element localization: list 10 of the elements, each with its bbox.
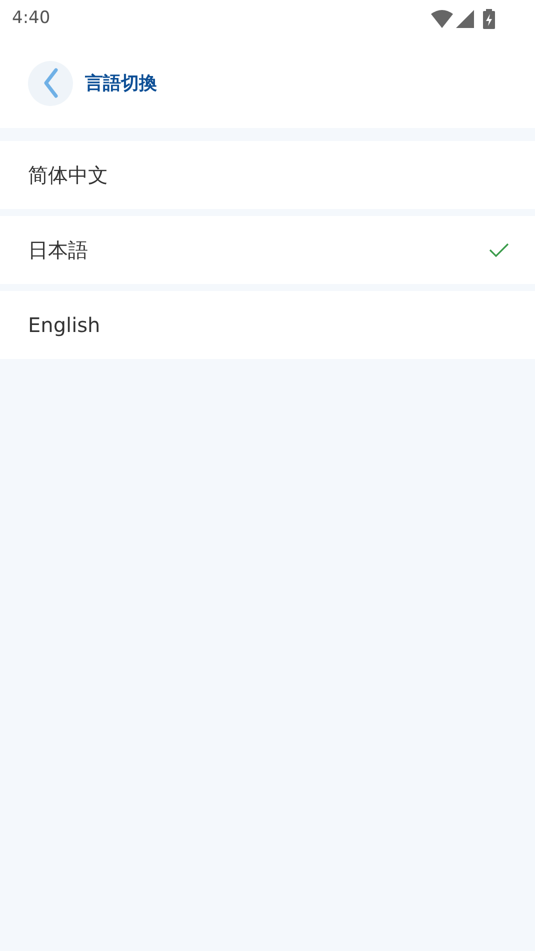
signal-icon — [456, 10, 474, 28]
language-option[interactable]: 简体中文 — [0, 141, 535, 209]
back-icon — [42, 68, 58, 98]
page-title: 言語切換 — [85, 72, 157, 96]
language-option[interactable]: English — [0, 291, 535, 359]
back-button[interactable] — [28, 60, 73, 106]
status-time: 4:40 — [12, 7, 50, 30]
wifi-icon — [431, 10, 453, 28]
language-option[interactable]: 日本語 — [0, 216, 535, 284]
battery-icon — [483, 9, 495, 29]
